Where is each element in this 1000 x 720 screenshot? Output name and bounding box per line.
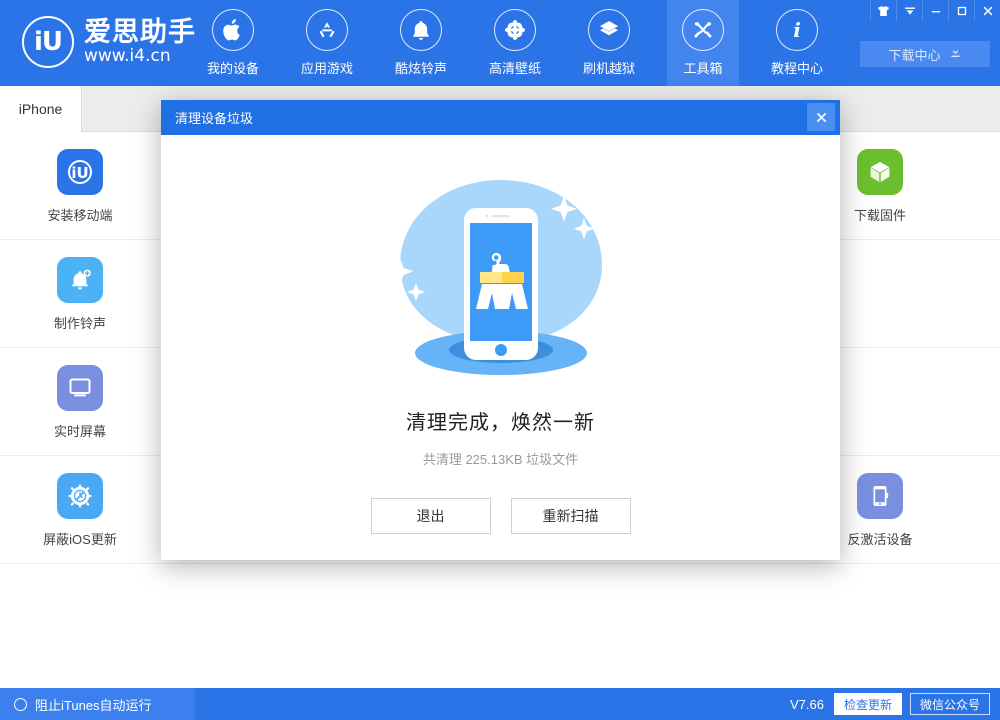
- bell-icon: [400, 9, 442, 51]
- dialog-heading: 清理完成，焕然一新: [406, 412, 595, 434]
- brand-text: 爱思助手 www.i4.cn: [84, 18, 196, 66]
- tool-install-mobile-client[interactable]: iU 安装移动端: [0, 132, 160, 240]
- info-icon: i: [776, 9, 818, 51]
- app-window: iU 爱思助手 www.i4.cn 我的设备 应用游戏 酷炫铃声 高清壁纸 刷机…: [0, 0, 1000, 720]
- nav-item-tutorials[interactable]: i 教程中心: [761, 0, 833, 86]
- dialog-header: 清理设备垃圾: [161, 100, 840, 135]
- version-label: V7.66: [789, 696, 824, 712]
- phone-deactivate-icon: [857, 472, 903, 519]
- nav-item-toolbox[interactable]: 工具箱: [667, 0, 739, 86]
- tools-icon: [682, 9, 724, 51]
- dialog-subtext: 共清理 225.13KB 垃圾文件: [422, 452, 579, 467]
- window-controls: [870, 0, 1000, 21]
- nav-item-wallpapers[interactable]: 高清壁纸: [479, 0, 551, 86]
- nav-item-flash-jailbreak[interactable]: 刷机越狱: [573, 0, 645, 86]
- clean-device-junk-dialog: 清理设备垃圾 清理完成，焕然一新 共清理 225.13KB 垃圾文件 退出 重新…: [161, 100, 840, 560]
- rescan-button[interactable]: 重新扫描: [510, 498, 631, 534]
- menu-icon[interactable]: [896, 0, 922, 21]
- brand-logo[interactable]: iU 爱思助手 www.i4.cn: [22, 16, 196, 68]
- nav-label: 应用游戏: [300, 61, 353, 76]
- nav-item-ringtones[interactable]: 酷炫铃声: [385, 0, 457, 86]
- tool-label: 安装移动端: [47, 207, 113, 223]
- apple-icon: [212, 9, 254, 51]
- minimize-icon[interactable]: [922, 0, 948, 21]
- bell-plus-icon: [57, 256, 103, 303]
- dialog-buttons: 退出 重新扫描: [370, 498, 631, 534]
- dialog-body: 清理完成，焕然一新 共清理 225.13KB 垃圾文件 退出 重新扫描: [161, 135, 840, 560]
- nav-items: 我的设备 应用游戏 酷炫铃声 高清壁纸 刷机越狱 工具箱 i 教程中心: [197, 0, 855, 86]
- flower-icon: [494, 9, 536, 51]
- status-bar: 阻止iTunes自动运行 V7.66 检查更新 微信公众号: [0, 688, 1000, 720]
- tool-block-ios-update[interactable]: 屏蔽iOS更新: [0, 456, 160, 564]
- nav-item-my-device[interactable]: 我的设备: [197, 0, 269, 86]
- brand-url: www.i4.cn: [84, 46, 171, 67]
- tool-label: 下载固件: [853, 207, 906, 223]
- nav-label: 教程中心: [770, 61, 823, 76]
- top-navigation-bar: iU 爱思助手 www.i4.cn 我的设备 应用游戏 酷炫铃声 高清壁纸 刷机…: [0, 0, 1000, 86]
- monitor-icon: [57, 364, 103, 411]
- i4-logo-icon: iU: [22, 16, 74, 68]
- tab-label: iPhone: [18, 101, 63, 117]
- tab-iphone[interactable]: iPhone: [0, 86, 82, 132]
- maximize-icon[interactable]: [948, 0, 974, 21]
- download-center-button[interactable]: 下载中心: [860, 41, 990, 67]
- svg-text:iU: iU: [71, 164, 88, 182]
- dialog-close-icon[interactable]: [807, 103, 835, 131]
- nav-label: 工具箱: [683, 61, 723, 76]
- close-icon[interactable]: [974, 0, 1000, 21]
- i4-app-icon: iU: [57, 148, 103, 195]
- download-icon: [949, 46, 962, 62]
- tool-label: 屏蔽iOS更新: [43, 531, 117, 547]
- nav-label: 酷炫铃声: [394, 61, 447, 76]
- phone-broom-clean-illustration: [386, 168, 616, 388]
- check-update-button[interactable]: 检查更新: [833, 693, 902, 715]
- gear-block-icon: [57, 472, 103, 519]
- nav-label: 我的设备: [206, 61, 259, 76]
- box-icon: [588, 9, 630, 51]
- wechat-official-button[interactable]: 微信公众号: [909, 693, 990, 715]
- tool-label: 反激活设备: [847, 531, 913, 547]
- brand-name: 爱思助手: [84, 16, 196, 47]
- tool-label: 实时屏幕: [53, 423, 106, 439]
- tool-label: 制作铃声: [53, 315, 106, 331]
- tool-realtime-screen[interactable]: 实时屏幕: [0, 348, 160, 456]
- radio-icon: [14, 697, 27, 711]
- block-itunes-label: 阻止iTunes自动运行: [35, 697, 152, 713]
- download-center-label: 下载中心: [888, 47, 941, 63]
- nav-label: 高清壁纸: [488, 61, 541, 76]
- dialog-title: 清理设备垃圾: [175, 111, 254, 126]
- exit-button[interactable]: 退出: [370, 498, 491, 534]
- appstore-icon: [306, 9, 348, 51]
- skin-icon[interactable]: [870, 0, 896, 21]
- nav-item-apps-games[interactable]: 应用游戏: [291, 0, 363, 86]
- block-itunes-toggle[interactable]: 阻止iTunes自动运行: [0, 688, 195, 720]
- cube-icon: [857, 148, 903, 195]
- nav-label: 刷机越狱: [582, 61, 635, 76]
- tool-make-ringtone[interactable]: 制作铃声: [0, 240, 160, 348]
- status-right-group: V7.66 检查更新 微信公众号: [790, 688, 990, 720]
- svg-text:i: i: [793, 18, 801, 42]
